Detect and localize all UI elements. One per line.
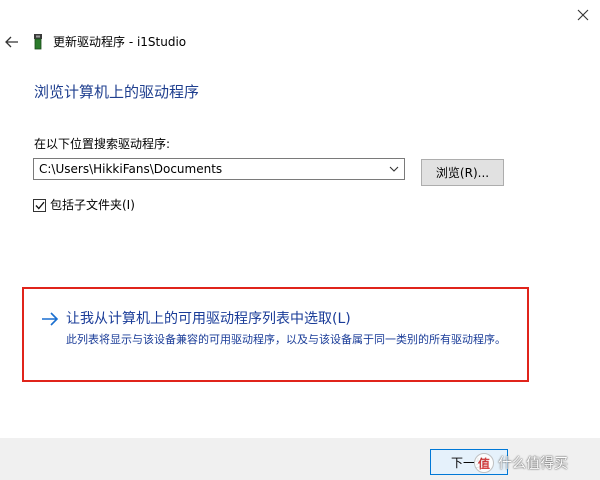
dropdown-button[interactable] [386,161,402,177]
back-button[interactable] [2,33,22,51]
title-bar [0,0,600,30]
browse-button[interactable]: 浏览(R)... [421,159,504,186]
search-path-value: C:\Users\HikkiFans\Documents [39,162,223,176]
watermark-logo-icon: 值 [474,453,494,473]
checkmark-icon [35,201,45,209]
arrow-right-icon [42,312,59,326]
back-arrow-icon [5,36,18,48]
window-title: 更新驱动程序 - i1Studio [53,35,187,49]
page-title: 浏览计算机上的驱动程序 [34,83,200,101]
update-driver-window: 更新驱动程序 - i1Studio 浏览计算机上的驱动程序 在以下位置搜索驱动程… [0,0,600,480]
search-path-combobox[interactable]: C:\Users\HikkiFans\Documents [33,158,405,180]
watermark: 值 什么值得买 [474,451,568,475]
include-subfolders-checkbox[interactable] [33,198,46,212]
close-icon [577,9,589,21]
chevron-down-icon [389,166,399,172]
include-subfolders-label: 包括子文件夹(I) [50,198,135,212]
include-subfolders-row[interactable]: 包括子文件夹(I) [33,197,135,213]
pick-from-list-description: 此列表将显示与该设备兼容的可用驱动程序，以及与该设备属于同一类别的所有驱动程序。 [66,333,506,346]
close-button[interactable] [566,0,600,30]
watermark-text: 什么值得买 [498,456,568,472]
search-location-label: 在以下位置搜索驱动程序: [34,137,171,151]
pick-from-list-link[interactable]: 让我从计算机上的可用驱动程序列表中选取(L) [66,309,351,329]
usb-device-icon [34,34,42,50]
